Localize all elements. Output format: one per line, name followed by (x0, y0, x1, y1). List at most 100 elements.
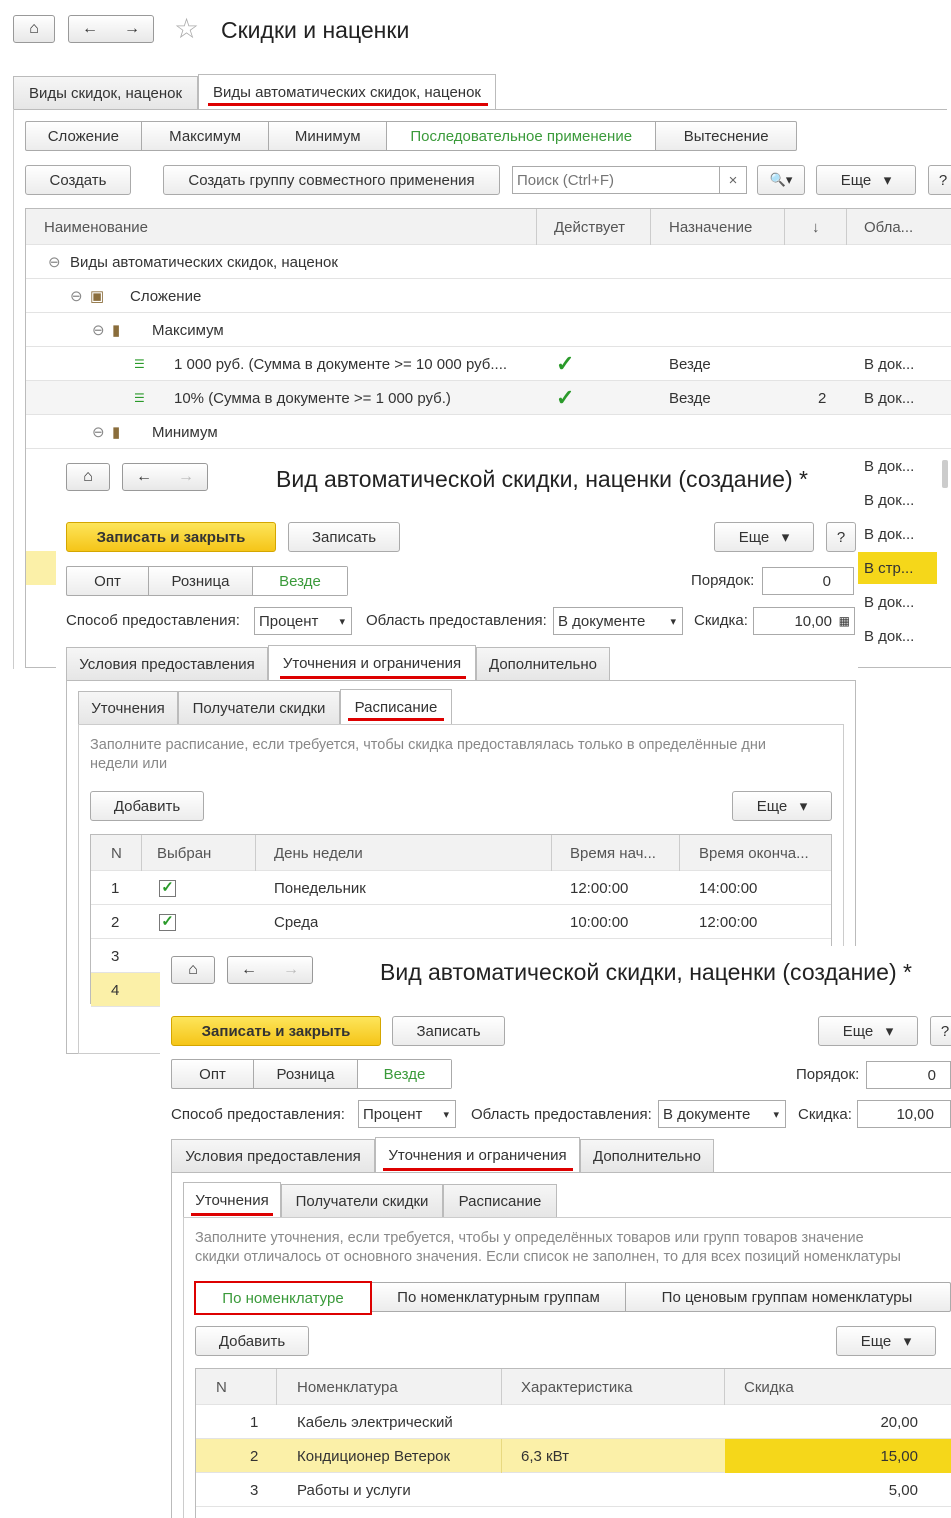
table-row[interactable]: ⊖ ▮ Максимум (26, 313, 951, 347)
col-name[interactable]: Наименование (44, 209, 148, 245)
create-button[interactable]: Создать (25, 165, 131, 195)
col-purpose[interactable]: Назначение (669, 209, 752, 245)
mode-by-item[interactable]: По номенклатуре (194, 1281, 372, 1315)
discount-input[interactable]: 10,00 (857, 1100, 951, 1128)
table-row[interactable]: 1 Кабель электрический 20,00 (196, 1405, 951, 1439)
forward-arrow-icon[interactable]: → (283, 961, 299, 979)
subtab-schedule[interactable]: Расписание (443, 1184, 557, 1217)
tab-refinements[interactable]: Уточнения и ограничения (375, 1137, 580, 1172)
mode-by-price-groups[interactable]: По ценовым группам номенклатуры (626, 1283, 948, 1311)
more-button[interactable]: Еще ▾ (836, 1326, 936, 1356)
col-characteristic[interactable]: Характеристика (521, 1369, 633, 1405)
selected-checkbox[interactable]: ✓ (159, 905, 176, 939)
col-end[interactable]: Время оконча... (699, 835, 809, 871)
home-button[interactable]: ⌂ (66, 463, 110, 491)
col-divider (276, 1369, 277, 1405)
col-discount[interactable]: Скидка (744, 1369, 794, 1405)
collapse-icon[interactable]: ⊖ (92, 313, 105, 347)
subtab-refinements[interactable]: Уточнения (78, 691, 178, 724)
purpose-everywhere[interactable]: Везде (358, 1060, 451, 1088)
filter-displacement[interactable]: Вытеснение (656, 122, 796, 150)
col-divider (650, 209, 651, 245)
tab-discount-kinds[interactable]: Виды скидок, наценок (13, 76, 198, 109)
tab-conditions[interactable]: Условия предоставления (171, 1139, 375, 1172)
back-arrow-icon[interactable]: ← (136, 468, 152, 486)
home-button[interactable]: ⌂ (171, 956, 215, 984)
order-input[interactable]: 0 (762, 567, 854, 595)
tab-additional[interactable]: Дополнительно (476, 647, 610, 680)
order-input[interactable]: 0 (866, 1061, 951, 1089)
area-select[interactable]: В документе ▾ (658, 1100, 786, 1128)
filter-minimum[interactable]: Минимум (269, 122, 388, 150)
add-button[interactable]: Добавить (90, 791, 204, 821)
table-row[interactable]: ☰ 1 000 руб. (Сумма в документе >= 10 00… (26, 347, 951, 381)
collapse-icon[interactable]: ⊖ (92, 415, 105, 449)
collapse-icon[interactable]: ⊖ (70, 279, 83, 313)
save-close-button[interactable]: Записать и закрыть (171, 1016, 381, 1046)
purpose-wholesale[interactable]: Опт (67, 567, 149, 595)
table-row-selected[interactable]: 2 Кондиционер Ветерок 6,3 кВт 15,00 (196, 1439, 951, 1473)
add-button[interactable]: Добавить (195, 1326, 309, 1356)
mode-by-item-groups[interactable]: По номенклатурным группам (372, 1283, 626, 1311)
back-arrow-icon[interactable]: ← (241, 961, 257, 979)
help-button[interactable]: ? (826, 522, 856, 552)
col-n[interactable]: N (216, 1369, 227, 1405)
col-order[interactable]: ↓ (812, 209, 820, 245)
tab-conditions[interactable]: Условия предоставления (66, 647, 268, 680)
search-clear-button[interactable]: × (719, 166, 747, 194)
more-button[interactable]: Еще ▾ (816, 165, 916, 195)
purpose-everywhere[interactable]: Везде (253, 567, 347, 595)
table-row[interactable]: ☰ 10% (Сумма в документе >= 1 000 руб.) … (26, 381, 951, 415)
purpose-retail[interactable]: Розница (254, 1060, 358, 1088)
more-button[interactable]: Еще ▾ (714, 522, 814, 552)
back-arrow-icon[interactable]: ← (82, 20, 98, 38)
col-item[interactable]: Номенклатура (297, 1369, 398, 1405)
table-row[interactable]: ⊖ Виды автоматических скидок, наценок (26, 245, 951, 279)
more-button[interactable]: Еще ▾ (818, 1016, 918, 1046)
table-row[interactable]: ⊖ ▮ Минимум (26, 415, 951, 449)
search-input[interactable] (512, 166, 720, 194)
col-weekday[interactable]: День недели (274, 835, 363, 871)
subtab-refinements[interactable]: Уточнения (183, 1182, 281, 1217)
area-select[interactable]: В документе ▾ (553, 607, 683, 635)
forward-arrow-icon[interactable]: → (124, 20, 140, 38)
discount-input[interactable]: 10,00 ▦ (753, 607, 855, 635)
method-select[interactable]: Процент ▾ (358, 1100, 456, 1128)
search-button[interactable]: 🔍▾ (757, 165, 805, 195)
save-button[interactable]: Записать (392, 1016, 505, 1046)
home-button[interactable]: ⌂ (13, 15, 55, 43)
purpose-retail[interactable]: Розница (149, 567, 253, 595)
more-button[interactable]: Еще ▾ (732, 791, 832, 821)
tab-additional[interactable]: Дополнительно (580, 1139, 714, 1172)
table-row[interactable]: 3 Работы и услуги 5,00 (196, 1473, 951, 1507)
col-n[interactable]: N (111, 835, 122, 871)
subtab-recipients[interactable]: Получатели скидки (178, 691, 340, 724)
row-discount[interactable]: 15,00 (836, 1439, 918, 1473)
col-selected[interactable]: Выбран (157, 835, 211, 871)
tab-refinements[interactable]: Уточнения и ограничения (268, 645, 476, 680)
col-area[interactable]: Обла... (864, 209, 913, 245)
table-row[interactable]: ⊖ ▣ Сложение (26, 279, 951, 313)
favorite-star-icon[interactable]: ☆ (174, 12, 199, 45)
filter-sequential[interactable]: Последовательное применение (387, 122, 657, 150)
method-select[interactable]: Процент ▾ (254, 607, 352, 635)
scrollbar[interactable] (942, 460, 948, 488)
create-group-button[interactable]: Создать группу совместного применения (163, 165, 500, 195)
purpose-wholesale[interactable]: Опт (172, 1060, 254, 1088)
col-start[interactable]: Время нач... (570, 835, 656, 871)
save-button[interactable]: Записать (288, 522, 400, 552)
collapse-icon[interactable]: ⊖ (48, 245, 61, 279)
selected-checkbox[interactable]: ✓ (159, 871, 176, 905)
forward-arrow-icon[interactable]: → (178, 468, 194, 486)
calculator-icon[interactable]: ▦ (839, 614, 850, 628)
filter-maximum[interactable]: Максимум (142, 122, 270, 150)
table-row[interactable]: 2 ✓ Среда 10:00:00 12:00:00 (91, 905, 831, 939)
subtab-recipients[interactable]: Получатели скидки (281, 1184, 443, 1217)
help-button[interactable]: ? (928, 165, 951, 195)
col-active[interactable]: Действует (554, 209, 625, 245)
tab-label: Получатели скидки (295, 1192, 429, 1210)
save-close-button[interactable]: Записать и закрыть (66, 522, 276, 552)
table-row[interactable]: 1 ✓ Понедельник 12:00:00 14:00:00 (91, 871, 831, 905)
help-button[interactable]: ? (930, 1016, 951, 1046)
filter-addition[interactable]: Сложение (26, 122, 142, 150)
